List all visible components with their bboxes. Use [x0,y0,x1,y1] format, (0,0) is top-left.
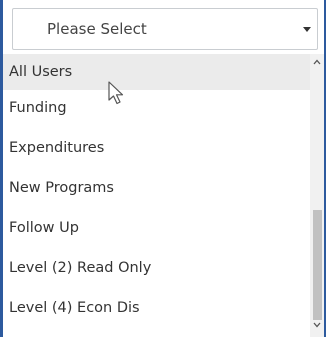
option-follow-up[interactable]: Follow Up [3,210,310,250]
chevron-down-icon[interactable] [303,27,311,32]
scrollbar-thumb[interactable] [313,210,322,320]
chevron-up-icon[interactable] [310,56,324,70]
select-placeholder: Please Select [47,20,147,38]
option-level-4-econ-dis[interactable]: Level (4) Econ Dis [3,290,310,330]
select-dropdown[interactable]: Please Select All Users Funding Expendit… [0,0,326,337]
option-level-2-read-only[interactable]: Level (2) Read Only [3,250,310,290]
option-new-programs[interactable]: New Programs [3,170,310,210]
options-list: All Users Funding Expenditures New Progr… [3,54,310,337]
select-field[interactable]: Please Select [12,8,318,50]
chevron-down-icon[interactable] [310,319,324,333]
option-expenditures[interactable]: Expenditures [3,130,310,170]
option-funding[interactable]: Funding [3,90,310,130]
list-scrollbar[interactable] [310,54,324,337]
option-all-users[interactable]: All Users [3,54,310,90]
